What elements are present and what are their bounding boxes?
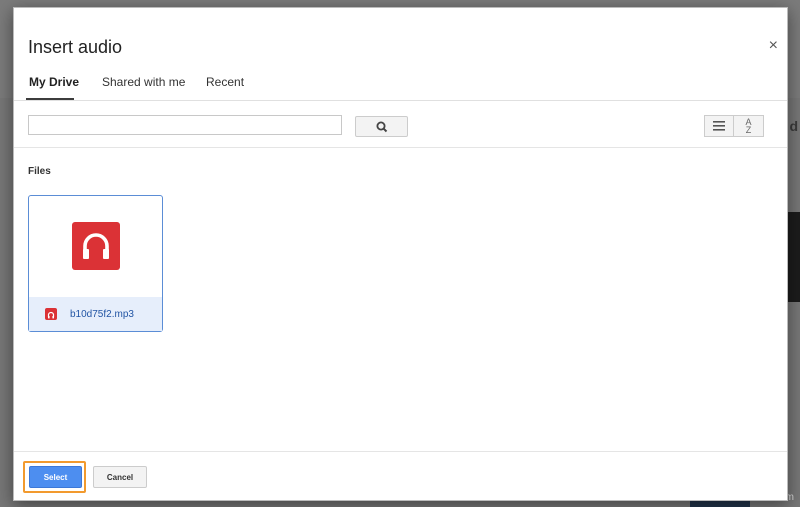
insert-audio-dialog: Insert audio × My Drive Shared with me R… <box>13 7 788 501</box>
toolbar-divider <box>14 147 787 148</box>
close-icon[interactable]: × <box>769 37 778 55</box>
tab-shared-with-me[interactable]: Shared with me <box>102 75 185 89</box>
dialog-title: Insert audio <box>28 37 123 57</box>
list-view-button[interactable] <box>704 115 734 137</box>
headphones-icon <box>72 222 120 270</box>
background-text-1: d <box>789 118 798 134</box>
sort-button[interactable]: A Z <box>734 115 764 137</box>
background-bottom-block <box>690 500 750 507</box>
search-icon <box>376 121 388 133</box>
cancel-button[interactable]: Cancel <box>93 466 147 488</box>
file-name: b10d75f2.mp3 <box>70 309 134 320</box>
select-button[interactable]: Select <box>29 466 82 488</box>
search-input[interactable] <box>28 115 342 135</box>
search-button[interactable] <box>355 116 408 137</box>
tab-my-drive[interactable]: My Drive <box>29 75 79 89</box>
files-section-label: Files <box>28 166 51 177</box>
footer-divider <box>14 451 787 452</box>
view-controls: A Z <box>704 115 764 137</box>
tab-bar: My Drive Shared with me Recent <box>14 72 787 100</box>
tab-recent[interactable]: Recent <box>206 75 244 89</box>
file-card-footer: b10d75f2.mp3 <box>29 297 162 331</box>
list-view-icon <box>713 121 725 131</box>
audio-file-icon <box>45 308 57 320</box>
background-dark-block <box>786 212 800 302</box>
tabs-divider <box>14 100 787 101</box>
sort-az-icon: A Z <box>745 117 752 135</box>
file-card[interactable]: b10d75f2.mp3 <box>28 195 163 332</box>
